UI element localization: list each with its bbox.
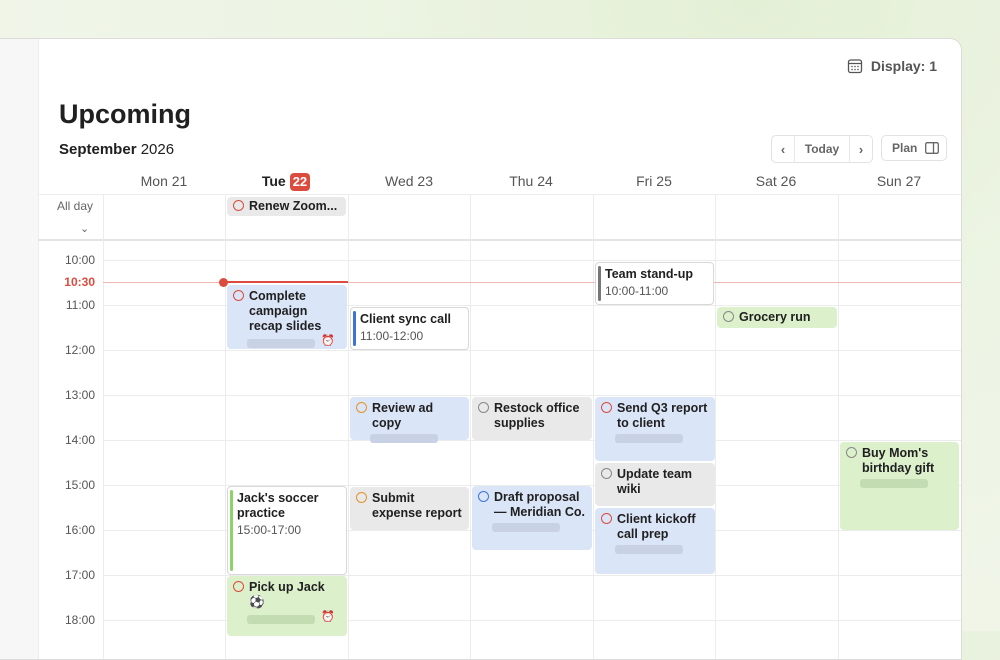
grid-line — [103, 440, 961, 441]
day-header-fri[interactable]: Fri 25 — [593, 169, 715, 194]
event-kickoff-prep[interactable]: Client kickoff call prep — [595, 508, 715, 574]
calendar-grid-icon — [847, 59, 863, 74]
allday-divider — [38, 239, 961, 241]
event-team-standup[interactable]: Team stand-up 10:00-11:00 — [595, 262, 714, 305]
hour-label: 14:00 — [64, 433, 95, 447]
chevron-down-icon[interactable]: ⌄ — [80, 222, 89, 235]
current-time-label: 10:30 — [64, 275, 95, 289]
current-time-dot — [219, 278, 228, 287]
grid-column — [593, 194, 594, 659]
task-checkbox[interactable] — [478, 402, 489, 413]
hour-label: 17:00 — [64, 568, 95, 582]
grid-column — [470, 194, 471, 659]
task-checkbox[interactable] — [723, 311, 734, 322]
event-campaign-recap[interactable]: Complete campaign recap slides ⏰ — [227, 285, 347, 349]
day-header-mon[interactable]: Mon 21 — [103, 169, 225, 194]
grid-line — [103, 350, 961, 351]
allday-label: All day — [57, 199, 94, 213]
current-time-today-line — [225, 281, 348, 283]
event-review-ad-copy[interactable]: Review ad copy — [350, 397, 469, 443]
hour-label: 16:00 — [64, 523, 95, 537]
grid-line — [38, 194, 961, 195]
allday-event-renew-zoom[interactable]: Renew Zoom... — [227, 197, 346, 216]
page-title: Upcoming — [59, 99, 191, 129]
hour-label: 18:00 — [64, 613, 95, 627]
display-button[interactable]: Display: 1 — [847, 58, 937, 74]
placeholder-bar — [370, 434, 438, 443]
task-checkbox[interactable] — [233, 581, 244, 592]
task-checkbox[interactable] — [356, 492, 367, 503]
grid-column — [348, 194, 349, 659]
sidebar-strip — [0, 39, 39, 659]
day-header-wed[interactable]: Wed 23 — [348, 169, 470, 194]
calendar-window: Display: 1 Upcoming September 2026 ‹ Tod… — [0, 38, 962, 660]
calendar-color-bar — [353, 311, 356, 346]
grid-column — [225, 194, 226, 659]
day-header-tue[interactable]: Tue 22 — [225, 169, 347, 194]
event-mom-gift[interactable]: Buy Mom's birthday gift — [840, 442, 959, 530]
day-header-thu[interactable]: Thu 24 — [470, 169, 592, 194]
event-send-q3-report[interactable]: Send Q3 report to client — [595, 397, 715, 461]
hour-label: 12:00 — [64, 343, 95, 357]
today-badge: 22 — [289, 173, 311, 191]
alarm-icon: ⏰ — [321, 335, 335, 347]
week-navigation: ‹ Today › — [771, 135, 873, 163]
task-checkbox[interactable] — [233, 200, 244, 211]
placeholder-bar — [247, 338, 315, 348]
grid-column — [838, 194, 839, 659]
month-label: September 2026 — [59, 141, 175, 158]
task-checkbox[interactable] — [478, 491, 489, 502]
event-pick-up-jack[interactable]: Pick up Jack ⚽ ⏰ — [227, 576, 347, 636]
hour-label: 15:00 — [64, 478, 95, 492]
hour-label: 13:00 — [64, 388, 95, 402]
grid-line — [103, 395, 961, 396]
task-checkbox[interactable] — [356, 402, 367, 413]
next-week-button[interactable]: › — [850, 142, 872, 157]
grid-column — [715, 194, 716, 659]
hour-label: 11:00 — [65, 298, 95, 312]
event-draft-proposal[interactable]: Draft proposal — Meridian Co. — [472, 486, 592, 550]
task-checkbox[interactable] — [601, 513, 612, 524]
prev-week-button[interactable]: ‹ — [772, 142, 794, 157]
hour-label: 10:00 — [64, 253, 95, 267]
sidebar-panel-icon — [925, 142, 939, 154]
event-restock-supplies[interactable]: Restock office supplies — [472, 397, 592, 440]
placeholder-bar — [615, 434, 683, 443]
grid-line — [103, 260, 961, 261]
event-grocery-run[interactable]: Grocery run — [717, 307, 837, 328]
task-checkbox[interactable] — [601, 468, 612, 479]
display-label: Display: 1 — [870, 58, 937, 74]
calendar-color-bar — [598, 266, 601, 301]
task-checkbox[interactable] — [846, 447, 857, 458]
day-header-sat[interactable]: Sat 26 — [715, 169, 837, 194]
task-checkbox[interactable] — [601, 402, 612, 413]
day-header-sun[interactable]: Sun 27 — [838, 169, 960, 194]
placeholder-bar — [860, 479, 928, 488]
task-checkbox[interactable] — [233, 290, 244, 301]
event-soccer-practice[interactable]: Jack's soccer practice 15:00-17:00 — [227, 486, 347, 575]
today-button[interactable]: Today — [794, 136, 850, 162]
event-submit-expense[interactable]: Submit expense report — [350, 487, 469, 530]
plan-button[interactable]: Plan — [881, 135, 947, 161]
grid-column — [103, 194, 104, 659]
alarm-icon: ⏰ — [321, 611, 335, 623]
placeholder-bar — [615, 545, 683, 554]
event-client-sync[interactable]: Client sync call 11:00-12:00 — [350, 307, 469, 350]
calendar-color-bar — [230, 490, 233, 571]
placeholder-bar — [492, 523, 560, 532]
event-update-team-wiki[interactable]: Update team wiki — [595, 463, 715, 506]
placeholder-bar — [247, 614, 315, 624]
